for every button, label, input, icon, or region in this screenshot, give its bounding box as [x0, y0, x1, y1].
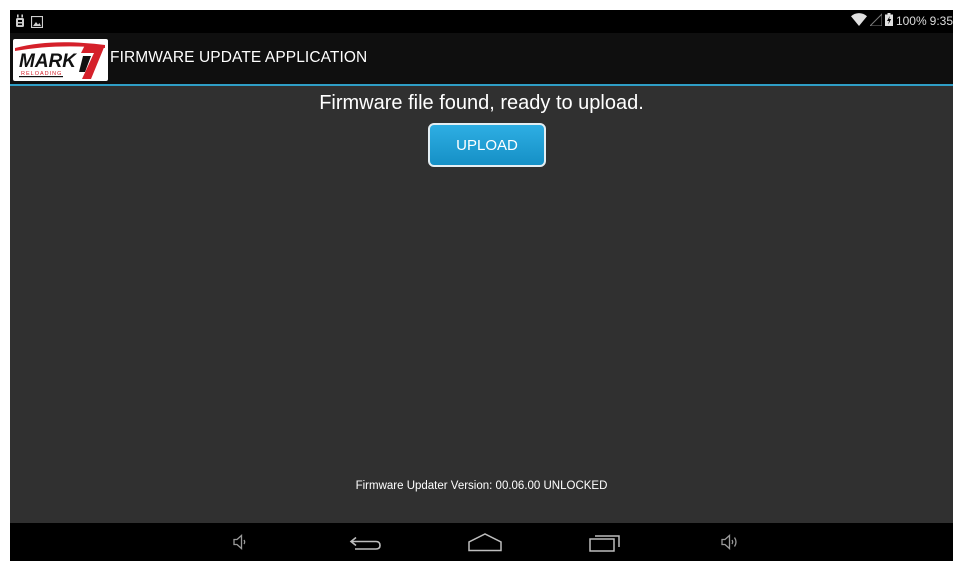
device-frame: 100% 9:35 MARK RELOADING FIRMWARE UPDATE…: [0, 0, 953, 561]
image-notification-icon: [30, 15, 44, 33]
app-logo: MARK RELOADING: [13, 39, 108, 81]
action-bar: MARK RELOADING FIRMWARE UPDATE APPLICATI…: [10, 33, 953, 86]
volume-up-icon[interactable]: [705, 523, 755, 561]
logo-brand-text: MARK: [19, 51, 77, 72]
version-text: Firmware Updater Version: 00.06.00 UNLOC…: [355, 480, 608, 492]
battery-percent: 100%: [895, 14, 927, 28]
usb-debug-icon: [15, 14, 25, 33]
notification-icons: [15, 14, 44, 33]
status-bar: 100% 9:35: [10, 10, 953, 33]
status-message: Firmware file found, ready to upload.: [319, 92, 644, 114]
app-title: FIRMWARE UPDATE APPLICATION: [110, 49, 368, 66]
recent-apps-icon[interactable]: [580, 523, 630, 561]
app-screen: 100% 9:35 MARK RELOADING FIRMWARE UPDATE…: [10, 10, 953, 561]
signal-icon: [868, 12, 883, 29]
home-icon[interactable]: [460, 523, 510, 561]
upload-button[interactable]: UPLOAD: [428, 123, 546, 167]
system-status: 100% 9:35: [850, 12, 953, 29]
status-clock: 9:35: [929, 14, 953, 28]
battery-charging-icon: [884, 13, 893, 29]
navigation-bar: [10, 523, 953, 561]
volume-down-icon[interactable]: [216, 523, 266, 561]
wifi-icon: [850, 13, 867, 29]
back-icon[interactable]: [341, 523, 391, 561]
